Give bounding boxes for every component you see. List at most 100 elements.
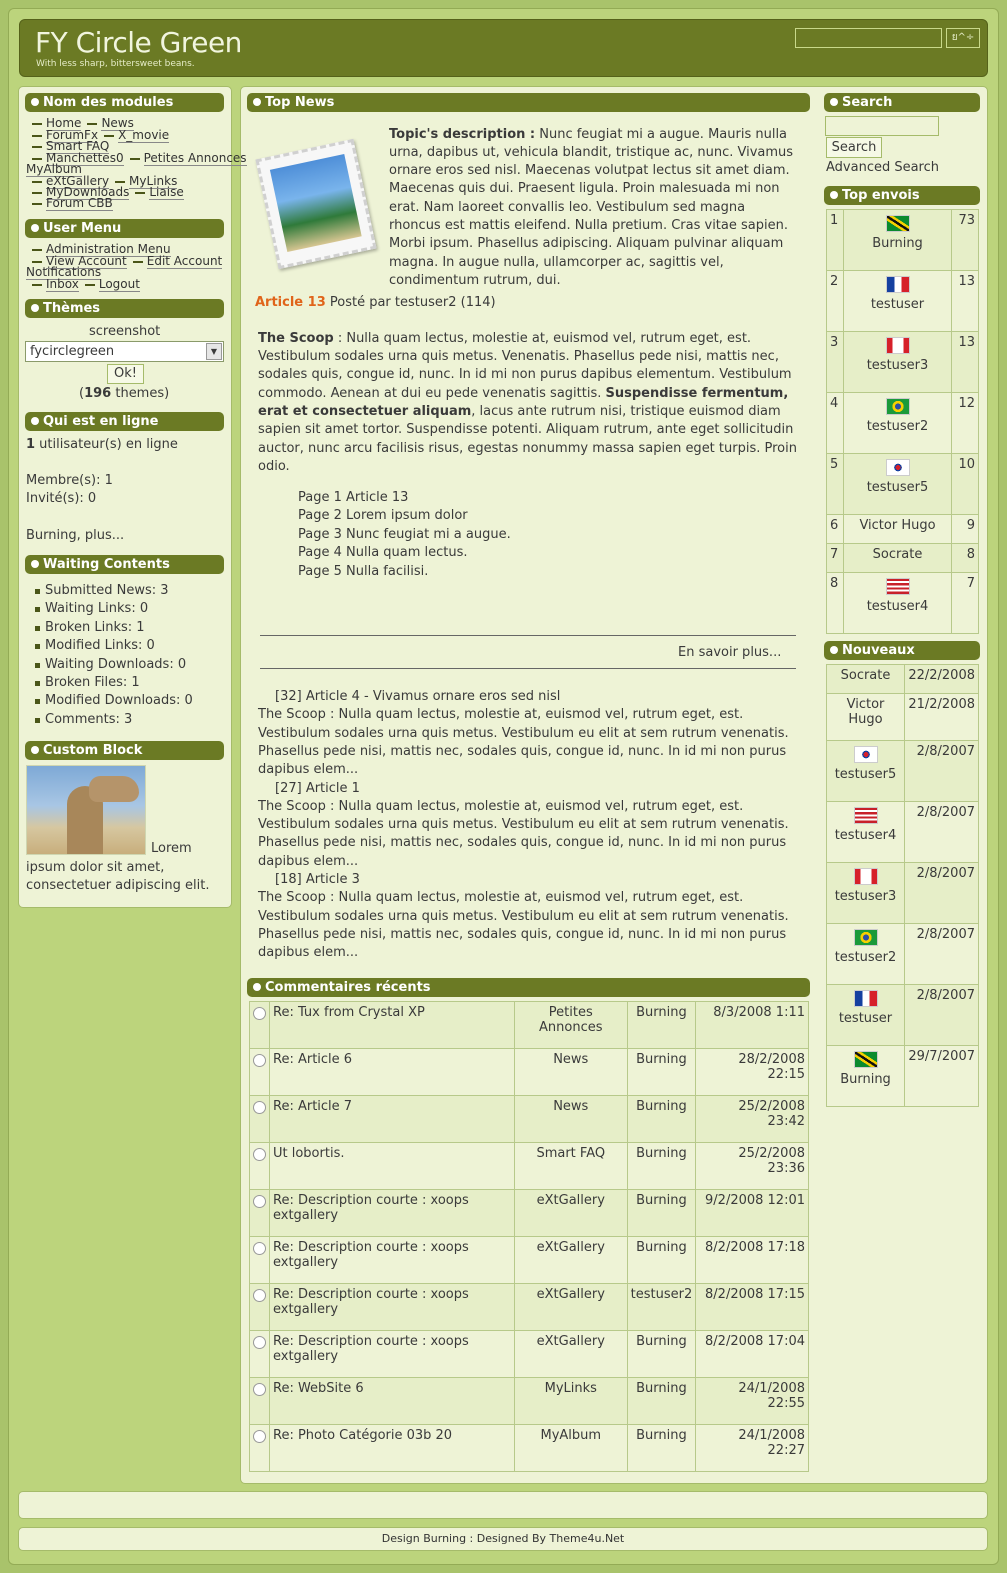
comment-title-link[interactable]: Re: WebSite 6 (269, 1377, 515, 1425)
waiting-item[interactable]: Waiting Downloads: 0 (34, 657, 186, 672)
comment-title-link[interactable]: Re: Article 6 (269, 1048, 515, 1096)
new-member-name[interactable]: testuser5 (830, 767, 901, 782)
advanced-search-link[interactable]: Advanced Search (826, 160, 939, 175)
search-button[interactable]: Search (826, 137, 882, 158)
comment-module-link[interactable]: eXtGallery (513, 1189, 628, 1237)
comment-module-link[interactable]: MyLinks (513, 1377, 628, 1425)
user-menu-link[interactable]: Inbox (46, 277, 79, 292)
comment-module-link[interactable]: MyAlbum (513, 1424, 628, 1472)
comment-user-link[interactable]: Burning (626, 1330, 697, 1378)
comment-title-link[interactable]: Re: Description courte : xoops extgaller… (269, 1283, 515, 1331)
theme-select[interactable]: fycirclegreen ▼ (25, 341, 224, 362)
comment-user-link[interactable]: Burning (626, 1424, 697, 1472)
page-link[interactable]: Page 2 Lorem ipsum dolor (298, 508, 468, 523)
comment-title-link[interactable]: Re: Description courte : xoops extgaller… (269, 1236, 515, 1284)
top-poster-name[interactable]: testuser2 (847, 419, 948, 434)
new-member-user[interactable]: testuser (826, 984, 905, 1046)
read-more-link[interactable]: En savoir plus... (678, 645, 781, 660)
page-link[interactable]: Page 1 Article 13 (298, 490, 408, 505)
new-member-user[interactable]: Victor Hugo (826, 693, 905, 741)
comment-module-link[interactable]: eXtGallery (513, 1283, 628, 1331)
module-link[interactable]: X_movie (118, 128, 170, 143)
new-member-name[interactable]: testuser3 (830, 889, 901, 904)
new-member-user[interactable]: Socrate (826, 664, 905, 694)
header-search-button[interactable]: ย^÷ (946, 28, 980, 48)
chevron-down-icon[interactable]: ▼ (206, 343, 222, 360)
search-input[interactable] (825, 116, 939, 136)
top-poster-name[interactable]: testuser5 (847, 480, 948, 495)
comment-user-link[interactable]: Burning (626, 1377, 697, 1425)
waiting-item[interactable]: Broken Links: 1 (35, 620, 145, 635)
new-member-name[interactable]: testuser (830, 1011, 901, 1026)
comment-module-link[interactable]: News (513, 1095, 628, 1143)
user-menu-link[interactable]: Logout (98, 277, 140, 292)
comment-user-link[interactable]: Burning (626, 1142, 697, 1190)
module-link[interactable]: Forum CBB (46, 196, 113, 211)
top-poster-name[interactable]: Burning (847, 236, 948, 251)
top-poster-user[interactable]: testuser3 (843, 331, 952, 393)
comment-module-link[interactable]: eXtGallery (513, 1330, 628, 1378)
top-poster-user[interactable]: testuser5 (843, 453, 952, 515)
top-poster-name[interactable]: Socrate (847, 547, 948, 562)
waiting-item[interactable]: Submitted News: 3 (35, 583, 169, 598)
top-poster-user[interactable]: testuser2 (843, 392, 952, 454)
other-news-link[interactable]: [32] Article 4 - Vivamus ornare eros sed… (275, 689, 560, 704)
comment-user-link[interactable]: Burning (626, 1236, 697, 1284)
waiting-item[interactable]: Modified Downloads: 0 (35, 693, 193, 708)
header-search-input[interactable] (795, 28, 942, 48)
comment-module-link[interactable]: eXtGallery (513, 1236, 628, 1284)
new-member-user[interactable]: testuser2 (826, 923, 905, 985)
new-member-user[interactable]: testuser4 (826, 801, 905, 863)
new-member-name[interactable]: testuser4 (830, 828, 901, 843)
top-poster-user[interactable]: Victor Hugo (843, 514, 952, 544)
waiting-item[interactable]: Comments: 3 (34, 712, 132, 727)
comment-title-link[interactable]: Re: Description courte : xoops extgaller… (269, 1189, 515, 1237)
top-poster-name[interactable]: testuser4 (847, 599, 948, 614)
comment-user-link[interactable]: Burning (626, 1189, 697, 1237)
comment-date: 9/2/2008 12:01 (695, 1189, 809, 1237)
comment-title-link[interactable]: Re: Description courte : xoops extgaller… (269, 1330, 515, 1378)
new-member-user[interactable]: testuser5 (826, 740, 905, 802)
comment-title-link[interactable]: Ut lobortis. (269, 1142, 515, 1190)
other-news-link[interactable]: [27] Article 1 (275, 781, 360, 796)
other-news-line: The Scoop : Nulla quam lectus, molestie … (258, 707, 744, 723)
comment-title-link[interactable]: Re: Photo Catégorie 03b 20 (269, 1424, 515, 1472)
other-news-line: Phasellus pede nisi, mattis nec, sodales… (258, 835, 787, 851)
top-poster-user[interactable]: Socrate (843, 543, 952, 573)
user-menu-link[interactable]: Edit Account (146, 254, 223, 269)
top-poster-user[interactable]: Burning (843, 209, 952, 271)
new-member-name[interactable]: Burning (830, 1072, 901, 1087)
online-more-link[interactable]: Burning, plus... (26, 528, 124, 543)
theme-ok-button[interactable]: Ok! (107, 364, 144, 384)
comment-module-link[interactable]: Smart FAQ (513, 1142, 628, 1190)
top-poster-name[interactable]: testuser (847, 297, 948, 312)
waiting-item[interactable]: Waiting Links: 0 (34, 601, 148, 616)
top-poster-name[interactable]: testuser3 (847, 358, 948, 373)
top-poster-name[interactable]: Victor Hugo (847, 518, 948, 533)
page-link[interactable]: Page 3 Nunc feugiat mi a augue. (298, 527, 511, 542)
comment-module-link[interactable]: Petites Annonces (513, 1001, 628, 1049)
comment-user-link[interactable]: Burning (626, 1048, 697, 1096)
comment-title-link[interactable]: Re: Tux from Crystal XP (269, 1001, 515, 1049)
module-link[interactable]: Liaise (149, 185, 184, 200)
new-member-user[interactable]: testuser3 (826, 862, 905, 924)
new-member-name[interactable]: testuser2 (830, 950, 901, 965)
other-news-link[interactable]: [18] Article 3 (275, 872, 360, 887)
waiting-item[interactable]: Broken Files: 1 (35, 675, 140, 690)
top-poster-user[interactable]: testuser4 (843, 572, 952, 634)
comment-title-link[interactable]: Re: Article 7 (269, 1095, 515, 1143)
comment-user-link[interactable]: Burning (626, 1001, 697, 1049)
module-link[interactable]: Petites Annonces (143, 151, 247, 166)
new-member-name[interactable]: Victor Hugo (830, 697, 901, 727)
new-member-name[interactable]: Socrate (830, 668, 901, 683)
comment-module-link[interactable]: News (513, 1048, 628, 1096)
comment-user-link[interactable]: Burning (626, 1095, 697, 1143)
comment-user-link[interactable]: testuser2 (626, 1283, 697, 1331)
article-link[interactable]: Article 13 (255, 295, 326, 310)
site-title[interactable]: FY Circle Green (35, 26, 242, 59)
new-member-user[interactable]: Burning (826, 1045, 905, 1107)
top-poster-user[interactable]: testuser (843, 270, 952, 332)
page-link[interactable]: Page 4 Nulla quam lectus. (298, 545, 468, 560)
waiting-item[interactable]: Modified Links: 0 (35, 638, 155, 653)
page-link[interactable]: Page 5 Nulla facilisi. (298, 564, 428, 579)
